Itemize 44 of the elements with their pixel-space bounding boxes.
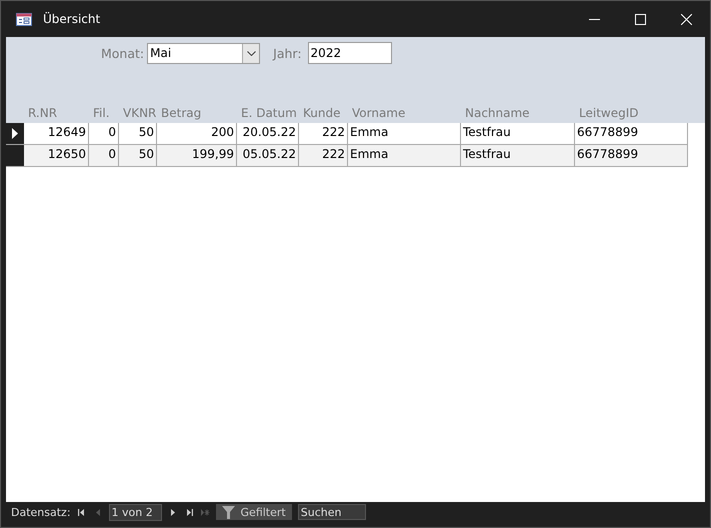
table-cell: Emma [348, 123, 461, 144]
column-header: LeitwegID [578, 106, 640, 120]
filter-button[interactable]: Gefiltert [216, 504, 292, 520]
close-icon[interactable] [681, 14, 692, 24]
month-dropdown[interactable]: Mai [147, 42, 260, 64]
table-cell: 20.05.22 [237, 123, 299, 144]
table-cell: 50 [119, 123, 157, 144]
first-record-icon[interactable] [76, 508, 87, 516]
column-header: Betrag [160, 106, 202, 120]
table-cell: 222 [299, 145, 348, 166]
table-cell: 222 [299, 123, 348, 144]
table-cell: Testfrau [461, 123, 575, 144]
year-field[interactable]: 2022 [308, 42, 392, 64]
column-header: VKNR [122, 106, 157, 120]
maximize-icon[interactable] [635, 14, 646, 24]
form-icon [16, 12, 32, 26]
column-header: Vorname [351, 106, 406, 120]
column-header: E. Datum [240, 106, 298, 120]
table-cell: 199,99 [157, 145, 237, 166]
column-header: Fil. [92, 106, 111, 120]
chevron-icon [246, 50, 256, 56]
record-label: Datensatz: [11, 506, 71, 518]
column-header: Nachname [464, 106, 531, 120]
table-cell: 0 [89, 123, 119, 144]
column-header: R.NR [27, 106, 58, 120]
column-header: Kunde [302, 106, 342, 120]
record-position-field[interactable]: 1 von 2 [108, 504, 162, 520]
filter-label: Monat: [101, 46, 144, 60]
table-cell: Testfrau [461, 145, 575, 166]
current-row-icon [12, 128, 18, 139]
table-cell: Emma [348, 145, 461, 166]
table-cell: 200 [157, 123, 237, 144]
table-cell: 50 [119, 145, 157, 166]
funnel-icon [222, 506, 235, 518]
table-cell: 66778899 [575, 145, 688, 166]
table-cell: 0 [89, 145, 119, 166]
row-selector[interactable] [6, 123, 24, 144]
window-title: Übersicht [43, 12, 100, 26]
filter-label: Jahr: [273, 46, 302, 60]
table-cell: 12650 [24, 145, 89, 166]
search-field[interactable]: Suchen [298, 504, 366, 520]
table-cell: 66778899 [575, 123, 688, 144]
table-cell: 05.05.22 [237, 145, 299, 166]
table-cell: 12649 [24, 123, 89, 144]
